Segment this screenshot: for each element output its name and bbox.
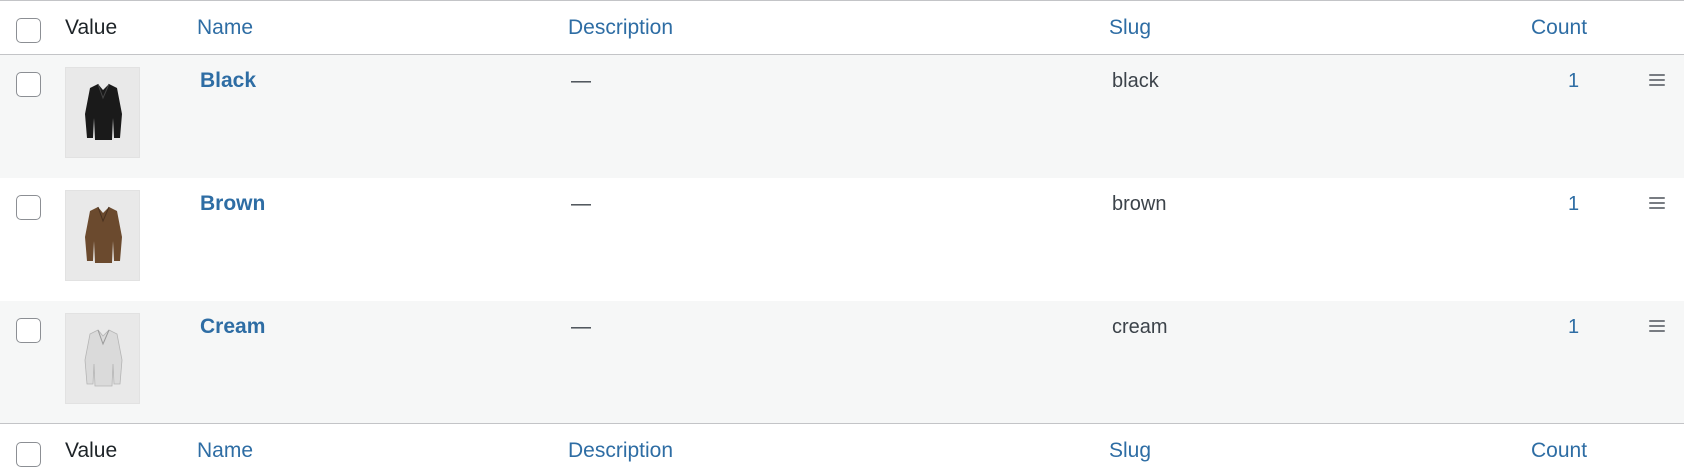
attribute-terms-table: Value Name Description Slug Count Black … bbox=[0, 0, 1684, 476]
column-name-footer[interactable]: Name bbox=[197, 439, 253, 463]
term-name-link[interactable]: Cream bbox=[200, 315, 265, 339]
row-checkbox[interactable] bbox=[16, 318, 41, 343]
select-all-checkbox-footer[interactable] bbox=[16, 442, 41, 467]
table-row: Cream — cream 1 bbox=[0, 301, 1684, 424]
term-name-link[interactable]: Brown bbox=[200, 192, 265, 216]
drag-handle-icon[interactable] bbox=[1649, 74, 1665, 87]
term-slug: brown bbox=[1112, 193, 1167, 215]
term-name-link[interactable]: Black bbox=[200, 69, 256, 93]
column-value-header: Value bbox=[65, 16, 118, 39]
drag-handle-icon[interactable] bbox=[1649, 197, 1665, 210]
column-value-footer: Value bbox=[65, 439, 118, 462]
column-name-header[interactable]: Name bbox=[197, 16, 253, 40]
column-count-footer[interactable]: Count bbox=[1531, 439, 1587, 463]
term-description: — bbox=[571, 193, 591, 215]
term-description: — bbox=[571, 70, 591, 92]
column-description-footer[interactable]: Description bbox=[568, 439, 673, 463]
select-all-checkbox[interactable] bbox=[16, 18, 41, 43]
column-slug-footer[interactable]: Slug bbox=[1109, 439, 1151, 463]
row-checkbox[interactable] bbox=[16, 72, 41, 97]
drag-handle-icon[interactable] bbox=[1649, 320, 1665, 333]
term-slug: black bbox=[1112, 70, 1159, 92]
table-header: Value Name Description Slug Count bbox=[0, 1, 1684, 55]
term-description: — bbox=[571, 316, 591, 338]
term-count-link[interactable]: 1 bbox=[1568, 70, 1579, 93]
jacket-thumbnail-black bbox=[65, 67, 140, 158]
column-count-header[interactable]: Count bbox=[1531, 16, 1587, 40]
table-row: Black — black 1 bbox=[0, 55, 1684, 178]
column-description-header[interactable]: Description bbox=[568, 16, 673, 40]
table-footer: Value Name Description Slug Count bbox=[0, 423, 1684, 476]
term-slug: cream bbox=[1112, 316, 1168, 338]
term-count-link[interactable]: 1 bbox=[1568, 316, 1579, 339]
column-slug-header[interactable]: Slug bbox=[1109, 16, 1151, 40]
jacket-thumbnail-brown bbox=[65, 190, 140, 281]
table-row: Brown — brown 1 bbox=[0, 178, 1684, 301]
jacket-thumbnail-cream bbox=[65, 313, 140, 404]
row-checkbox[interactable] bbox=[16, 195, 41, 220]
term-count-link[interactable]: 1 bbox=[1568, 193, 1579, 216]
